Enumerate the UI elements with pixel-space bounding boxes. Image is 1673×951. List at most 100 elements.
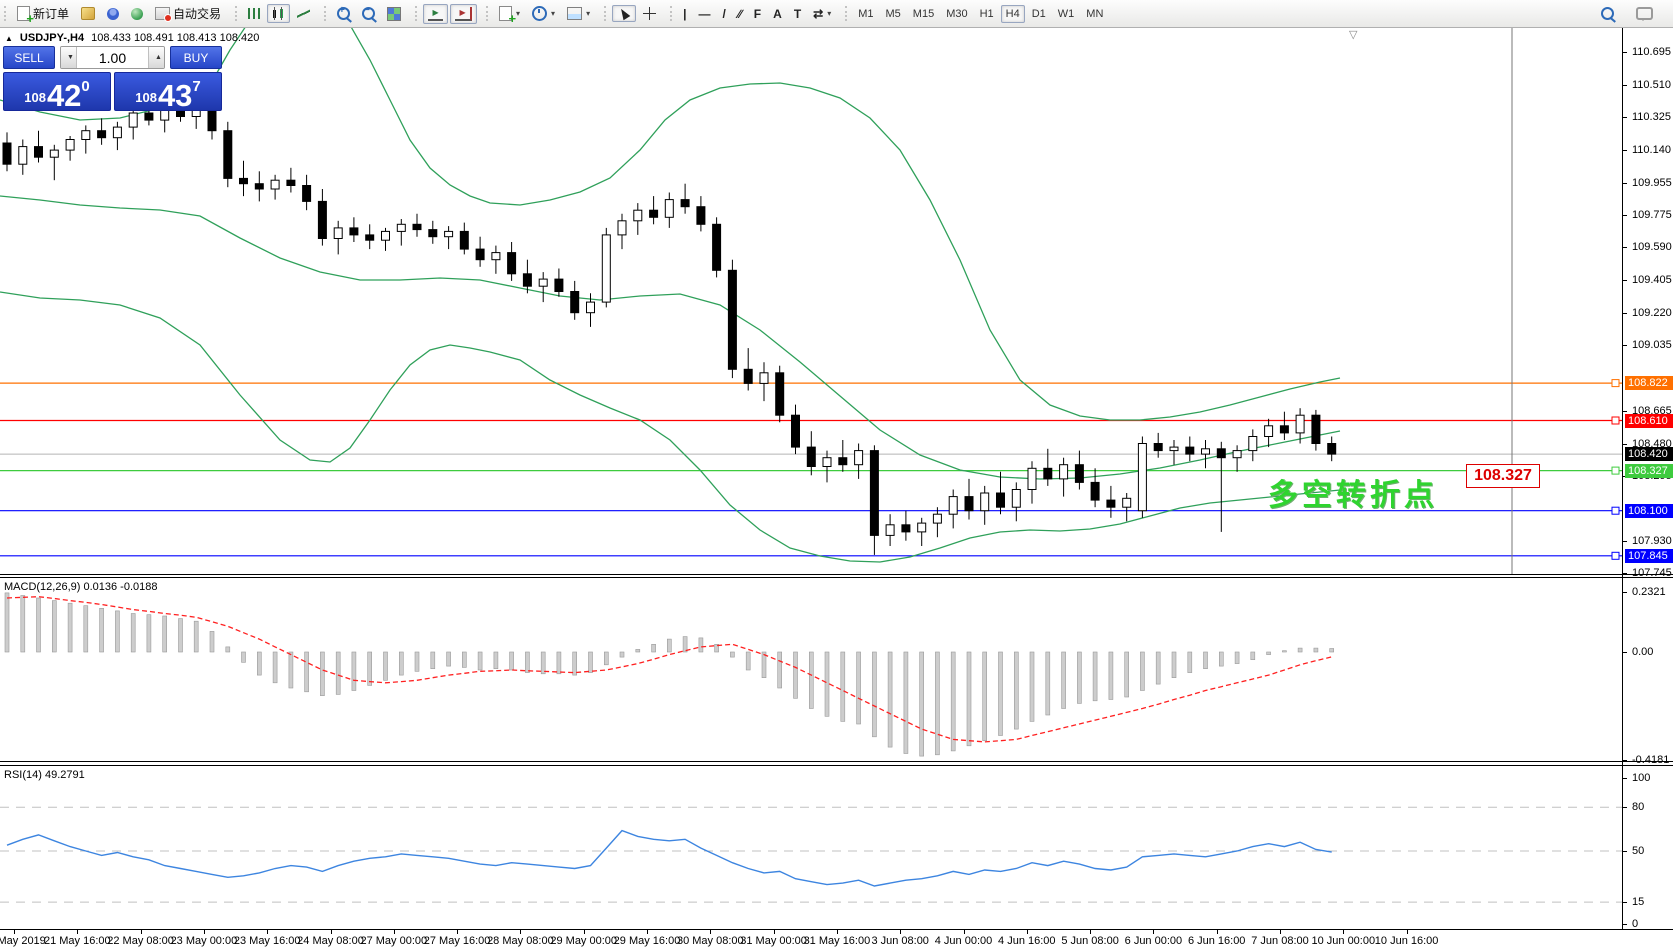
equidistant-channel[interactable]: ∕∕: [733, 4, 747, 24]
time-tick-mark: [204, 930, 205, 934]
chart-shift[interactable]: [450, 4, 477, 24]
new-order[interactable]: 新订单: [12, 2, 74, 25]
timeframe-h4[interactable]: H4: [1001, 5, 1025, 23]
vertical-line[interactable]: |: [678, 4, 691, 24]
search[interactable]: [1596, 4, 1619, 23]
new-order-label: 新订单: [33, 5, 69, 22]
line-anchor[interactable]: [1612, 380, 1619, 387]
timeframe-mn[interactable]: MN: [1081, 5, 1108, 23]
line-anchor[interactable]: [1612, 467, 1619, 474]
periods-dropdown-icon[interactable]: ▾: [551, 9, 555, 18]
text[interactable]: A: [768, 4, 787, 24]
macd-tick-label: 0.00: [1632, 646, 1653, 658]
auto-trading[interactable]: 自动交易: [150, 2, 226, 25]
arrows[interactable]: ⇄▾: [808, 4, 836, 24]
price-line-marker: 108.420: [1625, 447, 1673, 461]
zoom-out[interactable]: [357, 4, 380, 23]
fibonacci-retracement[interactable]: F: [749, 4, 766, 24]
time-tick-mark: [14, 930, 15, 934]
crosshair[interactable]: [638, 4, 661, 23]
price-tick-label: 109.035: [1632, 339, 1672, 351]
arrows-dropdown-icon[interactable]: ▾: [827, 9, 831, 18]
toolbar-right: [1595, 4, 1673, 23]
timeframe-w1[interactable]: W1: [1053, 5, 1080, 23]
bar-chart[interactable]: [243, 5, 265, 22]
trend-line-label: /: [722, 7, 725, 21]
sell-price-display[interactable]: 108420: [3, 72, 111, 111]
indicators-dropdown-icon[interactable]: ▾: [516, 9, 520, 18]
timeframe-m15[interactable]: M15: [908, 5, 939, 23]
templates-icon: [567, 7, 582, 20]
chinese-annotation[interactable]: 多空转折点: [1268, 470, 1438, 514]
text-label[interactable]: T: [789, 4, 806, 24]
time-tick-mark: [710, 930, 711, 934]
time-tick-label: 28 May 08:00: [487, 935, 554, 947]
collapse-panel-icon[interactable]: ▲: [5, 34, 13, 43]
profile[interactable]: [102, 5, 124, 23]
templates[interactable]: ▾: [562, 4, 595, 23]
line-anchor[interactable]: [1612, 507, 1619, 514]
volume-increase-button[interactable]: ▲: [148, 47, 164, 68]
price-annotation[interactable]: 108.327: [1466, 464, 1540, 488]
timeframe-m1[interactable]: M1: [853, 5, 878, 23]
timeframe-m5[interactable]: M5: [881, 5, 906, 23]
horizontal-line[interactable]: —: [693, 4, 715, 24]
vertical-line-label: |: [683, 7, 686, 21]
time-tick-mark: [331, 930, 332, 934]
chart-area[interactable]: ▲ USDJPY-,H4 108.433 108.491 108.413 108…: [0, 28, 1673, 951]
trend-line[interactable]: /: [717, 4, 730, 24]
timeframe-h1[interactable]: H1: [975, 5, 999, 23]
line-anchor[interactable]: [1612, 417, 1619, 424]
symbol-info: ▲ USDJPY-,H4 108.433 108.491 108.413 108…: [5, 32, 259, 44]
time-tick-mark: [77, 930, 78, 934]
zoom-in[interactable]: [332, 4, 355, 23]
news-signal[interactable]: [126, 5, 148, 23]
rsi-line: [7, 831, 1332, 886]
main-toolbar: 新订单 自动交易 ▾ ▾ ▾ | — / ∕∕FAT⇄▾ M1M5M15M30H1 H4 D1 W1MN: [0, 0, 1673, 28]
candlestick-chart[interactable]: [267, 4, 290, 23]
buy-price-display[interactable]: 108437: [114, 72, 222, 111]
macd-canvas[interactable]: [0, 578, 1622, 762]
volume-decrease-button[interactable]: ▼: [61, 47, 77, 68]
price-line-marker: 108.610: [1625, 414, 1673, 428]
volume-input[interactable]: [77, 47, 148, 68]
auto-scroll[interactable]: [423, 4, 448, 24]
templates-dropdown-icon[interactable]: ▾: [586, 9, 590, 18]
sell-button[interactable]: SELL: [3, 46, 55, 69]
timeframe-d1[interactable]: D1: [1027, 5, 1051, 23]
rsi-tick-label: 100: [1632, 772, 1650, 784]
community-chat[interactable]: [1631, 4, 1658, 23]
buy-button[interactable]: BUY: [170, 46, 222, 69]
timeframe-d1-label: D1: [1032, 8, 1046, 20]
time-tick-label: 30 May 08:00: [677, 935, 744, 947]
sell-price-base: 108: [24, 90, 46, 105]
time-tick-label: 22 May 08:00: [107, 935, 174, 947]
price-axis[interactable]: 110.695110.510110.325110.140109.955109.7…: [1622, 28, 1673, 930]
indicators[interactable]: ▾: [494, 3, 525, 24]
rsi-canvas[interactable]: [0, 766, 1622, 929]
time-tick-mark: [774, 930, 775, 934]
data-center[interactable]: [76, 4, 100, 23]
periods[interactable]: ▾: [527, 3, 560, 24]
time-tick-mark: [520, 930, 521, 934]
tile-windows[interactable]: [382, 4, 406, 24]
horizontal-line-label: —: [698, 7, 710, 21]
line-chart[interactable]: [292, 5, 315, 22]
chart-shift-marker[interactable]: ▽: [1349, 28, 1357, 41]
trade-panel-controls: SELL ▼ ▲ BUY: [3, 46, 222, 69]
time-tick-label: 23 May 00:00: [171, 935, 238, 947]
price-tick-mark: [1623, 150, 1627, 151]
time-tick-label: 10 Jun 00:00: [1311, 935, 1375, 947]
auto-trading-label: 自动交易: [173, 5, 221, 22]
toolbar-group: 新订单 自动交易: [0, 0, 231, 27]
crosshair-icon: [643, 7, 656, 20]
buy-price-big: 43: [158, 83, 192, 109]
tile-windows-icon: [387, 7, 401, 21]
timeframe-m30[interactable]: M30: [941, 5, 972, 23]
cursor[interactable]: [612, 5, 636, 22]
toolbar-group: ▾ ▾ ▾: [482, 0, 600, 27]
line-anchor[interactable]: [1612, 552, 1619, 559]
rsi-tick-label: 50: [1632, 845, 1644, 857]
time-axis[interactable]: 21 May 201921 May 16:0022 May 08:0023 Ma…: [0, 930, 1673, 951]
timeframe-h4-label: H4: [1006, 8, 1020, 20]
